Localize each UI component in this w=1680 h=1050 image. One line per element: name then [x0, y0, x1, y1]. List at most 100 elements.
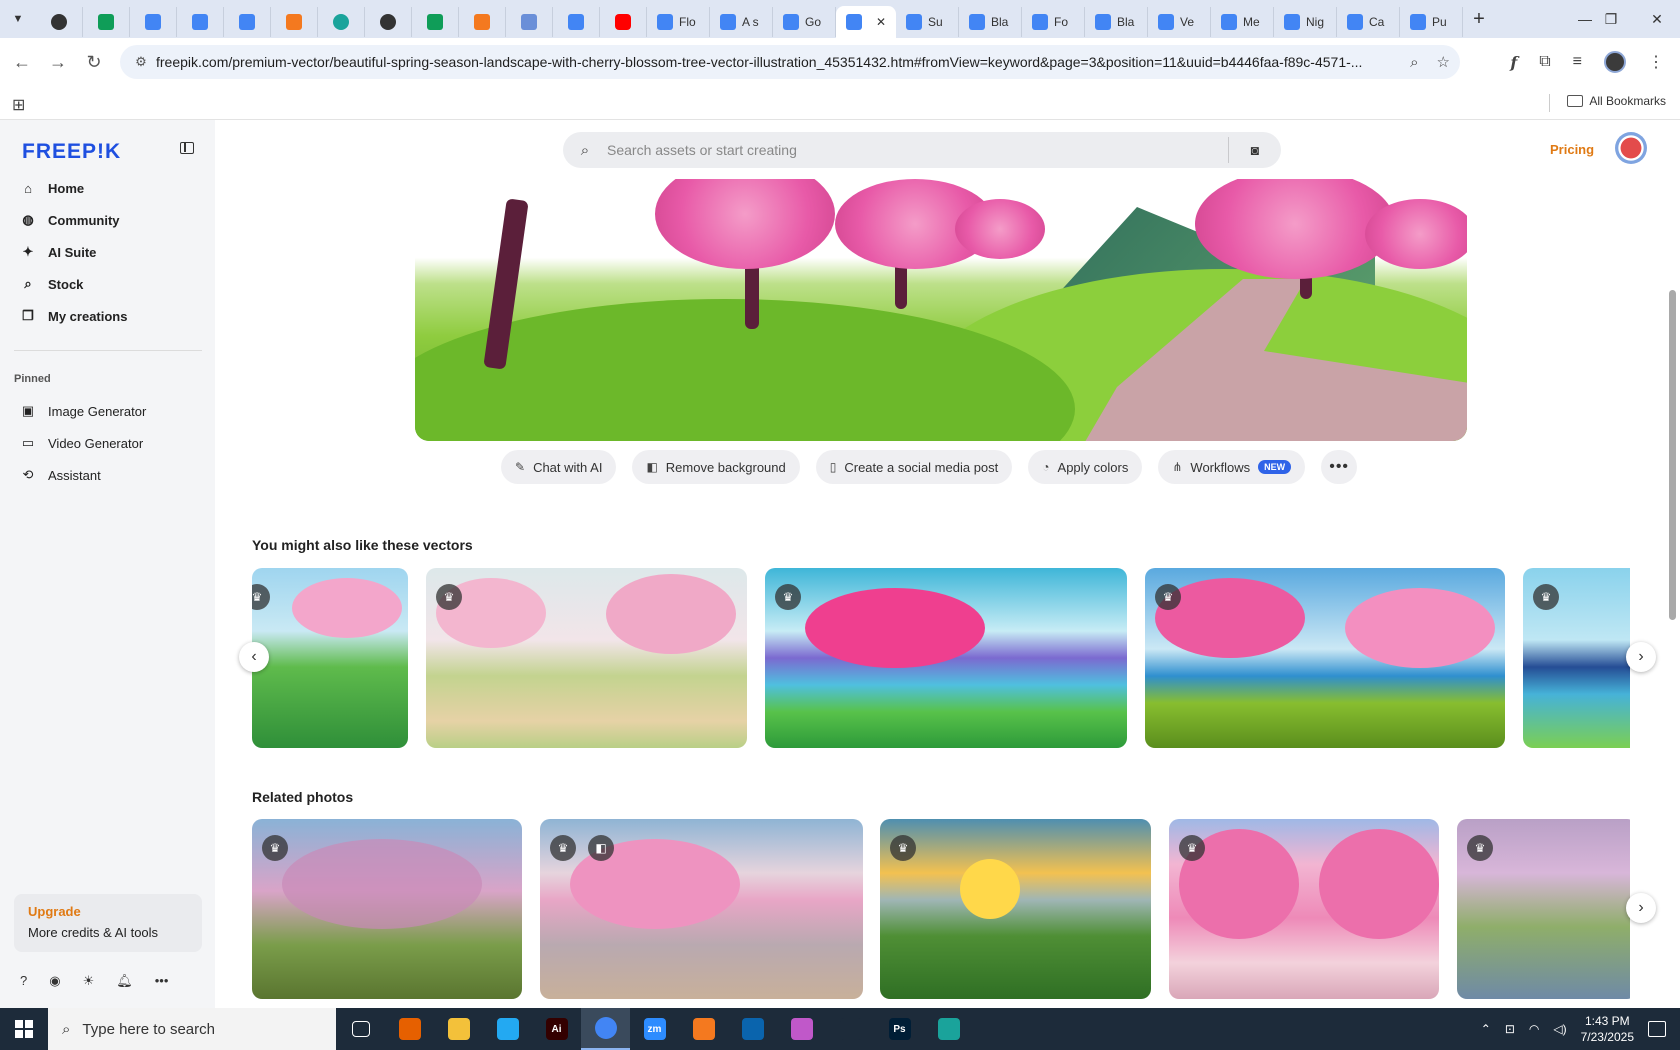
taskbar-app[interactable]: zm	[630, 1008, 679, 1050]
tab-active[interactable]: ✕	[836, 6, 896, 38]
browser-tab[interactable]: Ca	[1337, 7, 1400, 37]
clock[interactable]: 1:43 PM 7/23/2025	[1581, 1013, 1634, 1045]
browser-tab[interactable]	[600, 7, 647, 37]
taskbar-search[interactable]: ⌕ Type here to search	[48, 1008, 336, 1050]
apps-grid-icon[interactable]: ⊞	[12, 95, 25, 115]
browser-tab[interactable]: Su	[896, 7, 959, 37]
vector-card[interactable]: ♛	[765, 568, 1127, 748]
sidebar-item-ai-suite[interactable]: ✦ AI Suite	[14, 236, 204, 268]
bell-icon[interactable]: 🔔︎	[116, 973, 133, 989]
page-scrollbar[interactable]	[1665, 120, 1680, 1008]
browser-tab[interactable]: Ve	[1148, 7, 1211, 37]
browser-tab[interactable]: Pu	[1400, 7, 1463, 37]
back-button[interactable]: ←	[4, 44, 40, 80]
tab-search-button[interactable]: ▼	[0, 0, 36, 38]
browser-tab[interactable]	[271, 7, 318, 37]
new-tab-button[interactable]: +	[1463, 0, 1495, 38]
address-bar[interactable]: ⚙ freepik.com/premium-vector/beautiful-s…	[120, 45, 1460, 79]
browser-tab[interactable]: Go	[773, 7, 836, 37]
theme-sun-icon[interactable]: ☀	[83, 973, 95, 989]
chevron-up-icon[interactable]: ⌃	[1481, 1022, 1491, 1036]
profile-avatar[interactable]	[1604, 51, 1626, 73]
taskbar-app[interactable]	[826, 1008, 875, 1050]
menu-kebab-icon[interactable]: ⋮	[1648, 52, 1664, 72]
browser-tab[interactable]: Bla	[1085, 7, 1148, 37]
bookmark-star-icon[interactable]: ☆	[1437, 53, 1450, 71]
browser-tab[interactable]: A s	[710, 7, 773, 37]
taskbar-app[interactable]	[728, 1008, 777, 1050]
help-icon[interactable]: ?	[20, 973, 27, 989]
browser-tab[interactable]	[412, 7, 459, 37]
taskbar-app[interactable]: Ps	[875, 1008, 924, 1050]
chat-with-ai-button[interactable]: ✎ Chat with AI	[501, 450, 617, 484]
browser-tab[interactable]: Flo	[647, 7, 710, 37]
restore-button[interactable]: ❐	[1588, 0, 1634, 38]
vector-card[interactable]: ♛	[1145, 568, 1505, 748]
taskbar-app[interactable]	[679, 1008, 728, 1050]
sidebar-item-home[interactable]: ⌂ Home	[14, 172, 204, 204]
photo-card[interactable]: ♛	[1169, 819, 1439, 999]
close-window-button[interactable]: ✕	[1634, 0, 1680, 38]
search-input[interactable]	[607, 132, 1228, 168]
carousel-prev-button[interactable]: ‹	[239, 642, 269, 672]
sidebar-item-my-creations[interactable]: ❐ My creations	[14, 300, 204, 332]
browser-tab[interactable]: Nig	[1274, 7, 1337, 37]
carousel-next-button[interactable]: ›	[1626, 642, 1656, 672]
sidebar-item-stock[interactable]: ⌕ Stock	[14, 268, 204, 300]
workflows-button[interactable]: ⋔ Workflows NEW	[1158, 450, 1306, 484]
zoom-icon[interactable]: ⌕	[1410, 54, 1418, 71]
extensions-puzzle-icon[interactable]: ⧉	[1539, 53, 1550, 71]
photo-card[interactable]: ♛	[880, 819, 1151, 999]
photo-card[interactable]: ♛	[1457, 819, 1630, 999]
sidebar-item-assistant[interactable]: ⟲ Assistant	[14, 459, 204, 491]
site-settings-icon[interactable]: ⚙	[126, 54, 156, 70]
photo-card[interactable]: ♛	[252, 819, 522, 999]
discord-icon[interactable]: ◉	[49, 973, 60, 989]
volume-icon[interactable]: ◁)	[1553, 1022, 1566, 1036]
close-tab-icon[interactable]: ✕	[876, 15, 886, 29]
freepik-logo[interactable]: FREEP!K	[22, 140, 121, 164]
taskbar-app[interactable]	[777, 1008, 826, 1050]
all-bookmarks-button[interactable]: All Bookmarks	[1567, 94, 1666, 108]
extension-font-icon[interactable]: f	[1510, 53, 1517, 72]
sidebar-item-image-generator[interactable]: ▣ Image Generator	[14, 395, 204, 427]
browser-tab[interactable]	[83, 7, 130, 37]
browser-tab[interactable]: Fo	[1022, 7, 1085, 37]
remove-background-button[interactable]: ◧ Remove background	[632, 450, 800, 484]
browser-tab[interactable]	[553, 7, 600, 37]
browser-tab[interactable]	[224, 7, 271, 37]
camera-icon[interactable]: ◙	[1229, 142, 1281, 158]
browser-tab[interactable]	[318, 7, 365, 37]
url-text[interactable]: freepik.com/premium-vector/beautiful-spr…	[156, 54, 1406, 70]
browser-tab[interactable]: Bla	[959, 7, 1022, 37]
taskbar-app[interactable]: Ai	[532, 1008, 581, 1050]
browser-tab[interactable]	[36, 7, 83, 37]
sidebar-item-community[interactable]: ◍ Community	[14, 204, 204, 236]
browser-tab[interactable]	[459, 7, 506, 37]
taskbar-app[interactable]	[434, 1008, 483, 1050]
taskbar-app[interactable]	[924, 1008, 973, 1050]
more-dots-icon[interactable]: •••	[155, 973, 169, 989]
reload-button[interactable]: ↻	[76, 44, 112, 80]
scrollbar-thumb[interactable]	[1669, 290, 1676, 620]
user-avatar[interactable]	[1615, 132, 1647, 164]
taskbar-app[interactable]	[336, 1008, 385, 1050]
wifi-icon[interactable]: ◠	[1529, 1022, 1539, 1036]
browser-tab[interactable]	[177, 7, 224, 37]
notification-icon[interactable]	[1648, 1021, 1666, 1037]
taskbar-app[interactable]	[483, 1008, 532, 1050]
create-a-social-media-post-button[interactable]: ▯ Create a social media post	[815, 450, 1013, 484]
forward-button[interactable]: →	[40, 44, 76, 80]
photo-card[interactable]: ♛ ◧	[540, 819, 863, 999]
browser-tab[interactable]	[130, 7, 177, 37]
upgrade-card[interactable]: Upgrade More credits & AI tools	[14, 894, 202, 952]
sidebar-collapse-icon[interactable]	[180, 142, 194, 154]
start-button[interactable]	[0, 1008, 48, 1050]
taskbar-app[interactable]	[581, 1008, 630, 1050]
sidebar-item-video-generator[interactable]: ▭ Video Generator	[14, 427, 204, 459]
browser-tab[interactable]: Me	[1211, 7, 1274, 37]
pricing-link[interactable]: Pricing	[1550, 142, 1594, 157]
vector-card[interactable]: ♛	[1523, 568, 1630, 748]
taskbar-app[interactable]	[385, 1008, 434, 1050]
vector-card[interactable]: ♛	[426, 568, 747, 748]
